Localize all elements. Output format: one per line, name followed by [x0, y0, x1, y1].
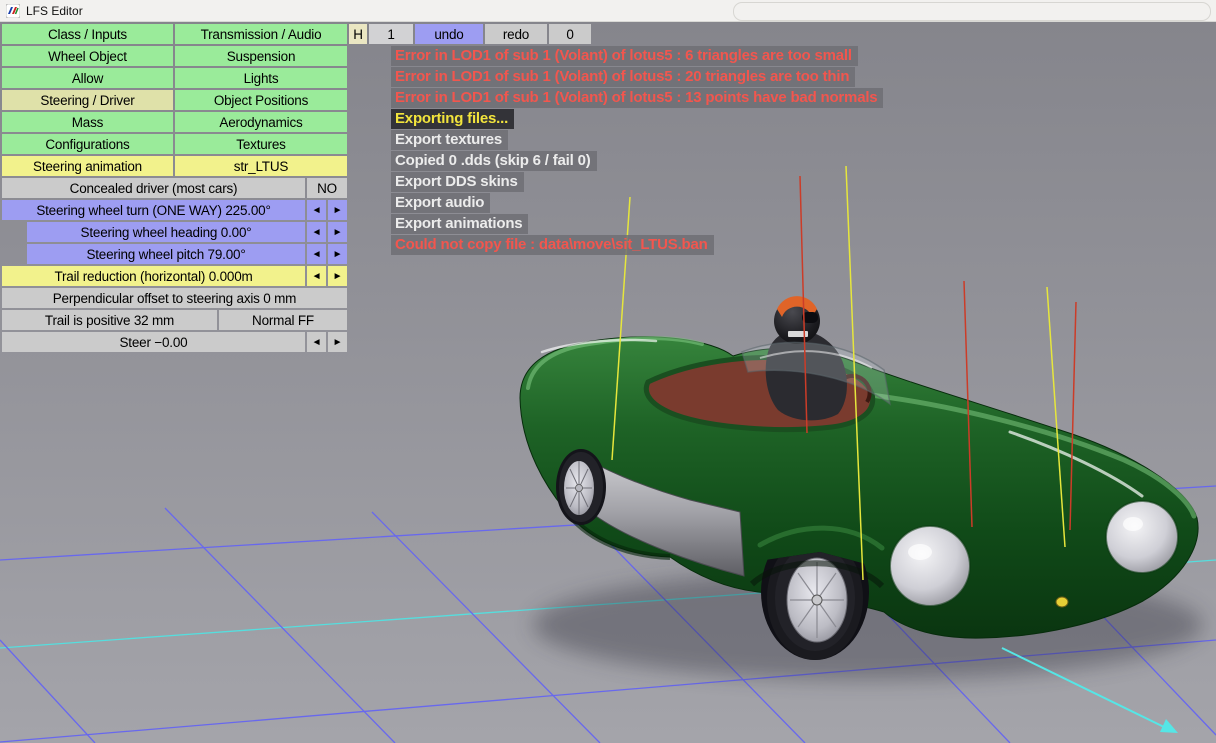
console-message: Error in LOD1 of sub 1 (Volant) of lotus…: [391, 88, 884, 108]
nav-lights[interactable]: Lights: [175, 68, 347, 88]
steering-wheel-pitch[interactable]: Steering wheel pitch 79.00°: [27, 244, 305, 264]
trail-reduction[interactable]: Trail reduction (horizontal) 0.000m: [2, 266, 305, 286]
redo-button[interactable]: redo: [485, 24, 547, 44]
trail-decrease-button[interactable]: ◄: [307, 266, 326, 286]
force-feedback-mode[interactable]: Normal FF: [219, 310, 347, 330]
heading-decrease-button[interactable]: ◄: [307, 222, 326, 242]
redo-count-button[interactable]: 0: [549, 24, 591, 44]
headlight-left: [889, 525, 971, 607]
nav-transmission-audio[interactable]: Transmission / Audio: [175, 24, 347, 44]
console-message: Could not copy file : data\move\sit_LTUS…: [391, 235, 714, 255]
console-output: Error in LOD1 of sub 1 (Volant) of lotus…: [391, 46, 884, 256]
console-message: Exporting files...: [391, 109, 515, 129]
undo-button[interactable]: undo: [415, 24, 483, 44]
history-count-button[interactable]: 1: [369, 24, 413, 44]
steer-value[interactable]: Steer −0.00: [2, 332, 305, 352]
headlight-right: [1105, 500, 1179, 574]
rear-wheel: [556, 449, 606, 525]
steer-decrease-button[interactable]: ◄: [307, 332, 326, 352]
h-toggle-button[interactable]: H: [349, 24, 367, 44]
nav-textures[interactable]: Textures: [175, 134, 347, 154]
nav-wheel-object[interactable]: Wheel Object: [2, 46, 173, 66]
pitch-increase-button[interactable]: ►: [328, 244, 347, 264]
console-message: Export DDS skins: [391, 172, 524, 192]
steering-animation-value[interactable]: str_LTUS: [175, 156, 347, 176]
nav-aerodynamics[interactable]: Aerodynamics: [175, 112, 347, 132]
console-message: Error in LOD1 of sub 1 (Volant) of lotus…: [391, 67, 856, 87]
nav-suspension[interactable]: Suspension: [175, 46, 347, 66]
nav-allow[interactable]: Allow: [2, 68, 173, 88]
steer-increase-button[interactable]: ►: [328, 332, 347, 352]
titlebar-tab-outline: [733, 2, 1211, 21]
turn-decrease-button[interactable]: ◄: [307, 200, 326, 220]
nav-steering-driver[interactable]: Steering / Driver: [2, 90, 173, 110]
lfs-editor-window: LFS Editor Class / Inputs Transmission /…: [0, 0, 1216, 743]
turn-increase-button[interactable]: ►: [328, 200, 347, 220]
window-title: LFS Editor: [26, 3, 83, 18]
console-message: Copied 0 .dds (skip 6 / fail 0): [391, 151, 597, 171]
app-icon: [6, 3, 20, 18]
steering-animation-label[interactable]: Steering animation: [2, 156, 173, 176]
nav-class-inputs[interactable]: Class / Inputs: [2, 24, 173, 44]
concealed-driver-value[interactable]: NO: [307, 178, 347, 198]
perpendicular-offset[interactable]: Perpendicular offset to steering axis 0 …: [2, 288, 347, 308]
console-message: Export audio: [391, 193, 491, 213]
nav-mass[interactable]: Mass: [2, 112, 173, 132]
pitch-decrease-button[interactable]: ◄: [307, 244, 326, 264]
trail-positive[interactable]: Trail is positive 32 mm: [2, 310, 217, 330]
nav-object-positions[interactable]: Object Positions: [175, 90, 347, 110]
console-message: Error in LOD1 of sub 1 (Volant) of lotus…: [391, 46, 858, 66]
nav-configurations[interactable]: Configurations: [2, 134, 173, 154]
console-message: Export animations: [391, 214, 529, 234]
console-message: Export textures: [391, 130, 509, 150]
heading-increase-button[interactable]: ►: [328, 222, 347, 242]
steering-wheel-turn[interactable]: Steering wheel turn (ONE WAY) 225.00°: [2, 200, 305, 220]
steering-wheel-heading[interactable]: Steering wheel heading 0.00°: [27, 222, 305, 242]
nose-badge: [1055, 596, 1069, 608]
concealed-driver-label[interactable]: Concealed driver (most cars): [2, 178, 305, 198]
trail-increase-button[interactable]: ►: [328, 266, 347, 286]
